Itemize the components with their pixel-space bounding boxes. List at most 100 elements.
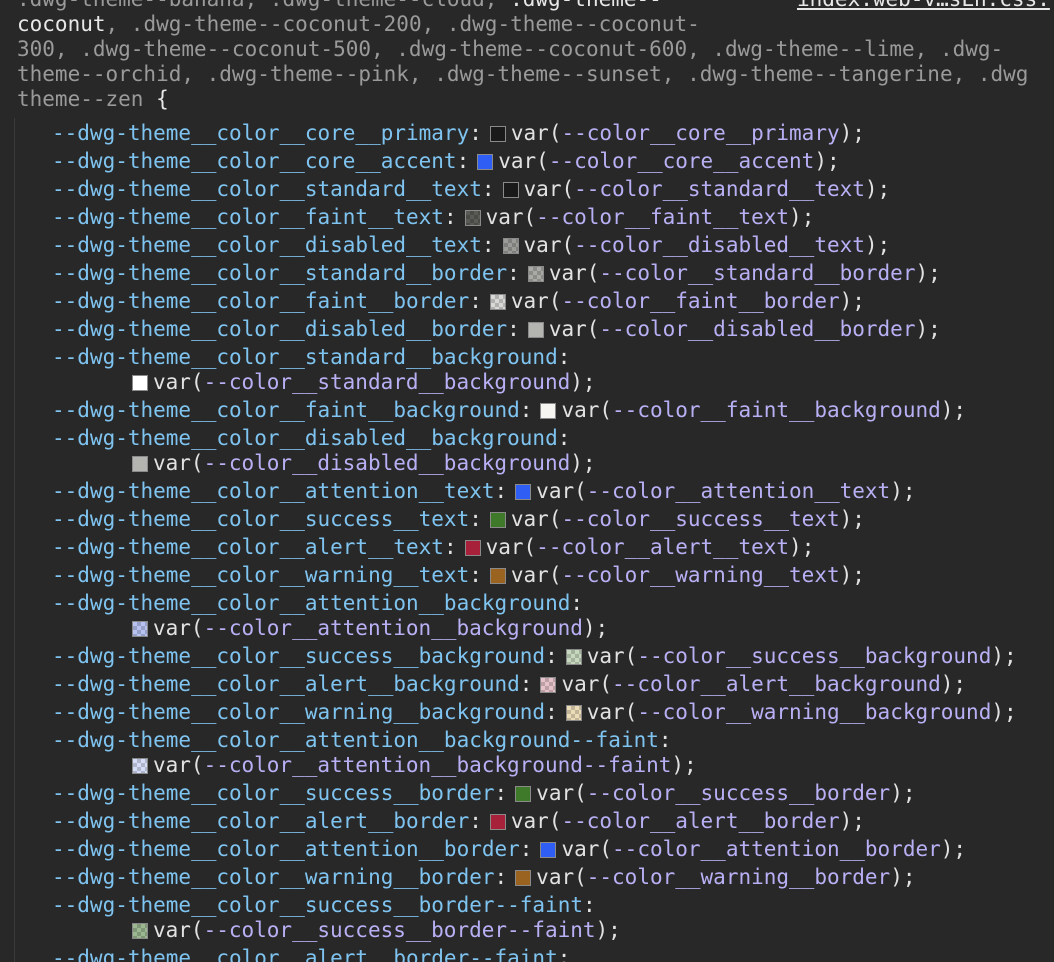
color-swatch[interactable] <box>540 677 557 693</box>
property-name[interactable]: --dwg-theme__color__attention__backgroun… <box>52 728 659 752</box>
value-variable-name[interactable]: --color__disabled__background <box>204 451 571 475</box>
color-swatch[interactable] <box>502 238 519 254</box>
declaration-value-row[interactable]: var(--color__attention__background--fain… <box>132 753 697 778</box>
property-name[interactable]: --dwg-theme__color__core__primary <box>52 121 469 145</box>
value-variable-name[interactable]: --color__faint__background <box>612 398 941 422</box>
value-variable-name[interactable]: --color__faint__border <box>561 289 839 313</box>
property-name[interactable]: --dwg-theme__color__alert__border <box>52 809 469 833</box>
declaration-row[interactable]: --dwg-theme__color__warning__border: var(… <box>52 865 915 890</box>
declaration-row[interactable]: --dwg-theme__color__standard__border: var… <box>52 261 941 286</box>
value-variable-name[interactable]: --color__attention__background--faint <box>204 753 672 777</box>
declaration-row[interactable]: --dwg-theme__color__success__text: var(--… <box>52 507 865 532</box>
rule-selector[interactable]: .dwg-theme--banana, .dwg-theme--cloud, .… <box>17 0 1054 112</box>
declaration-row[interactable]: --dwg-theme__color__alert__text: var(--co… <box>52 535 814 560</box>
value-variable-name[interactable]: --color__disabled__border <box>599 317 915 341</box>
declaration-row[interactable]: --dwg-theme__color__attention__backgroun… <box>52 591 583 616</box>
declaration-row[interactable]: --dwg-theme__color__success__background:… <box>52 644 1017 669</box>
color-swatch[interactable] <box>540 403 557 419</box>
declaration-value-row[interactable]: var(--color__attention__background); <box>132 616 608 641</box>
color-swatch[interactable] <box>464 210 481 226</box>
property-name[interactable]: --dwg-theme__color__alert__border--faint <box>52 946 558 962</box>
property-name[interactable]: --dwg-theme__color__disabled__background <box>52 426 558 450</box>
color-swatch[interactable] <box>527 266 544 282</box>
value-variable-name[interactable]: --color__alert__background <box>612 672 941 696</box>
property-name[interactable]: --dwg-theme__color__alert__background <box>52 672 520 696</box>
value-variable-name[interactable]: --color__warning__border <box>587 865 890 889</box>
color-swatch[interactable] <box>502 182 519 198</box>
declaration-row[interactable]: --dwg-theme__color__standard__background… <box>52 345 570 370</box>
property-name[interactable]: --dwg-theme__color__attention__backgroun… <box>52 591 570 615</box>
color-swatch[interactable] <box>132 758 148 774</box>
property-name[interactable]: --dwg-theme__color__warning__border <box>52 865 495 889</box>
value-variable-name[interactable]: --color__core__primary <box>561 121 839 145</box>
stylesheet-source-link[interactable]: index.web-v…sLn.css: <box>793 0 1050 12</box>
declaration-row[interactable]: --dwg-theme__color__standard__text: var(-… <box>52 177 890 202</box>
property-name[interactable]: --dwg-theme__color__warning__background <box>52 700 545 724</box>
color-swatch[interactable] <box>489 512 506 528</box>
property-name[interactable]: --dwg-theme__color__standard__border <box>52 261 507 285</box>
declaration-row[interactable]: --dwg-theme__color__success__border: var(… <box>52 781 915 806</box>
declaration-row[interactable]: --dwg-theme__color__core__primary: var(--… <box>52 121 865 146</box>
property-name[interactable]: --dwg-theme__color__warning__text <box>52 563 469 587</box>
property-name[interactable]: --dwg-theme__color__disabled__text <box>52 233 482 257</box>
property-name[interactable]: --dwg-theme__color__alert__text <box>52 535 444 559</box>
declaration-row[interactable]: --dwg-theme__color__attention__border: va… <box>52 837 966 862</box>
color-swatch[interactable] <box>489 294 506 310</box>
color-swatch[interactable] <box>489 126 506 142</box>
declaration-row[interactable]: --dwg-theme__color__faint__border: var(--… <box>52 289 865 314</box>
value-variable-name[interactable]: --color__standard__border <box>599 261 915 285</box>
color-swatch[interactable] <box>132 621 148 637</box>
color-swatch[interactable] <box>132 375 148 391</box>
value-variable-name[interactable]: --color__faint__text <box>536 205 789 229</box>
value-variable-name[interactable]: --color__success__text <box>561 507 839 531</box>
property-name[interactable]: --dwg-theme__color__attention__text <box>52 479 495 503</box>
color-swatch[interactable] <box>477 154 494 170</box>
color-swatch[interactable] <box>515 484 532 500</box>
color-swatch[interactable] <box>565 649 582 665</box>
declaration-row[interactable]: --dwg-theme__color__core__accent: var(--c… <box>52 149 840 174</box>
value-variable-name[interactable]: --color__warning__background <box>637 700 991 724</box>
declaration-row[interactable]: --dwg-theme__color__success__border--fai… <box>52 893 596 918</box>
property-name[interactable]: --dwg-theme__color__standard__background <box>52 345 558 369</box>
property-name[interactable]: --dwg-theme__color__success__border <box>52 781 495 805</box>
declaration-row[interactable]: --dwg-theme__color__warning__text: var(--… <box>52 563 865 588</box>
property-name[interactable]: --dwg-theme__color__standard__text <box>52 177 482 201</box>
property-name[interactable]: --dwg-theme__color__success__background <box>52 644 545 668</box>
value-variable-name[interactable]: --color__attention__background <box>204 616 583 640</box>
property-name[interactable]: --dwg-theme__color__attention__border <box>52 837 520 861</box>
value-variable-name[interactable]: --color__core__accent <box>549 149 815 173</box>
value-variable-name[interactable]: --color__warning__text <box>561 563 839 587</box>
value-variable-name[interactable]: --color__attention__text <box>587 479 890 503</box>
property-name[interactable]: --dwg-theme__color__faint__text <box>52 205 444 229</box>
declaration-row[interactable]: --dwg-theme__color__faint__background: va… <box>52 398 966 423</box>
property-name[interactable]: --dwg-theme__color__core__accent <box>52 149 457 173</box>
declaration-row[interactable]: --dwg-theme__color__warning__background:… <box>52 700 1017 725</box>
color-swatch[interactable] <box>540 842 557 858</box>
color-swatch[interactable] <box>565 705 582 721</box>
declaration-row[interactable]: --dwg-theme__color__alert__background: va… <box>52 672 966 697</box>
declaration-row[interactable]: --dwg-theme__color__attention__text: var(… <box>52 479 915 504</box>
value-variable-name[interactable]: --color__disabled__text <box>574 233 865 257</box>
value-variable-name[interactable]: --color__success__border <box>587 781 890 805</box>
declaration-row[interactable]: --dwg-theme__color__disabled__border: var… <box>52 317 941 342</box>
declaration-value-row[interactable]: var(--color__disabled__background); <box>132 451 596 476</box>
declaration-row[interactable]: --dwg-theme__color__faint__text: var(--co… <box>52 205 814 230</box>
color-swatch[interactable] <box>489 814 506 830</box>
value-variable-name[interactable]: --color__attention__border <box>612 837 941 861</box>
property-name[interactable]: --dwg-theme__color__faint__background <box>52 398 520 422</box>
property-name[interactable]: --dwg-theme__color__faint__border <box>52 289 469 313</box>
property-name[interactable]: --dwg-theme__color__success__text <box>52 507 469 531</box>
property-name[interactable]: --dwg-theme__color__disabled__border <box>52 317 507 341</box>
value-variable-name[interactable]: --color__standard__text <box>574 177 865 201</box>
value-variable-name[interactable]: --color__standard__background <box>204 370 571 394</box>
declaration-row[interactable]: --dwg-theme__color__alert__border: var(--… <box>52 809 865 834</box>
value-variable-name[interactable]: --color__alert__border <box>561 809 839 833</box>
value-variable-name[interactable]: --color__success__border--faint <box>204 918 596 942</box>
declaration-row[interactable]: --dwg-theme__color__attention__backgroun… <box>52 728 672 753</box>
value-variable-name[interactable]: --color__success__background <box>637 644 991 668</box>
value-variable-name[interactable]: --color__alert__text <box>536 535 789 559</box>
declaration-value-row[interactable]: var(--color__standard__background); <box>132 370 596 395</box>
property-name[interactable]: --dwg-theme__color__success__border--fai… <box>52 893 583 917</box>
color-swatch[interactable] <box>527 322 544 338</box>
color-swatch[interactable] <box>464 540 481 556</box>
